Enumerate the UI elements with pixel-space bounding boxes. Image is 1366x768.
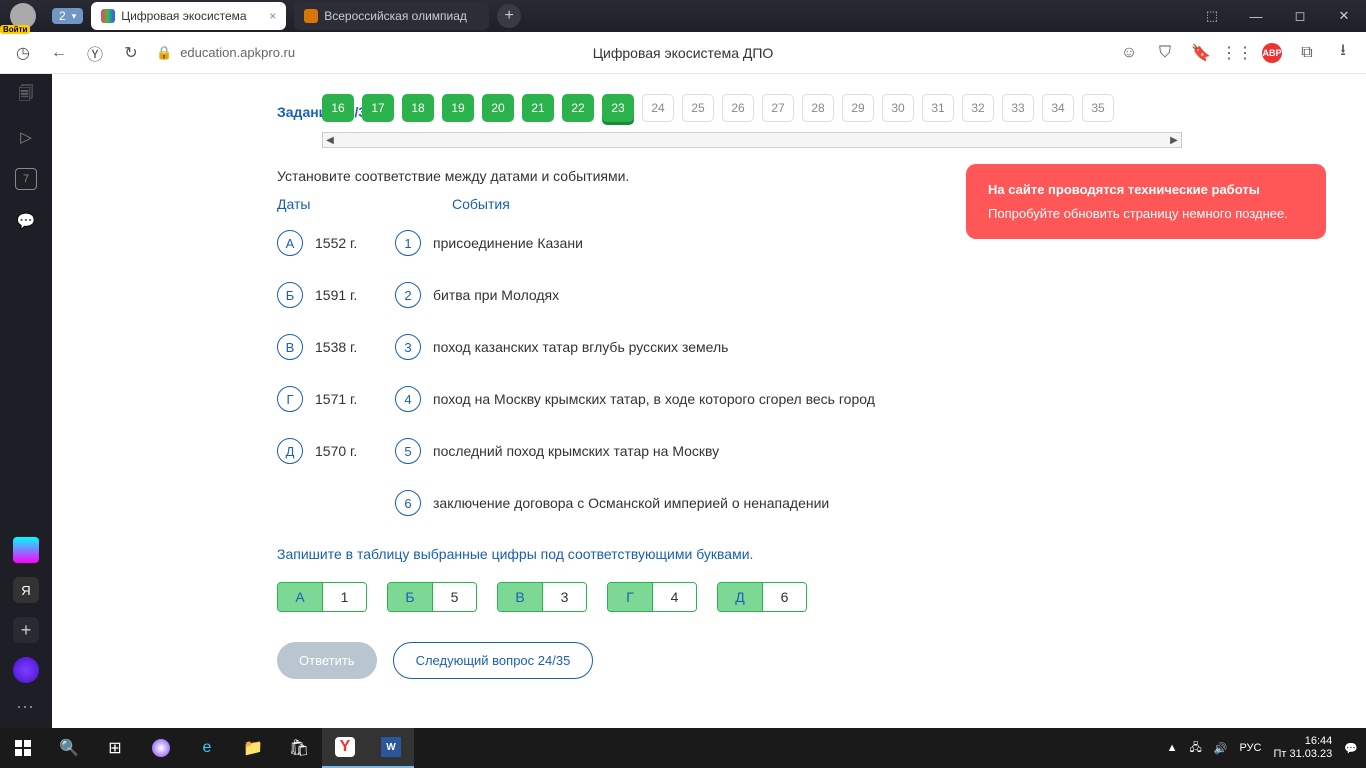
app-shortcut[interactable] bbox=[13, 537, 39, 563]
alice-taskbar-icon[interactable] bbox=[138, 728, 184, 768]
q-btn[interactable]: 18 bbox=[402, 94, 434, 122]
profile-button[interactable]: Войти bbox=[0, 0, 46, 32]
q-btn[interactable]: 20 bbox=[482, 94, 514, 122]
yandex-icon[interactable]: Ⓨ bbox=[84, 42, 106, 64]
q-btn[interactable]: 25 bbox=[682, 94, 714, 122]
search-icon[interactable]: 🔍 bbox=[46, 728, 92, 768]
q-btn[interactable]: 32 bbox=[962, 94, 994, 122]
alice-icon[interactable] bbox=[13, 657, 39, 683]
download-icon[interactable]: ⭳ bbox=[1332, 42, 1354, 64]
q-btn[interactable]: 28 bbox=[802, 94, 834, 122]
q-btn[interactable]: 27 bbox=[762, 94, 794, 122]
feedback-icon[interactable]: ☺ bbox=[1118, 42, 1140, 64]
close-icon[interactable]: × bbox=[269, 9, 276, 23]
q-btn[interactable]: 24 bbox=[642, 94, 674, 122]
events-header: События bbox=[452, 196, 510, 212]
collections-icon[interactable]: ⧉ bbox=[1296, 42, 1318, 64]
q-btn[interactable]: 17 bbox=[362, 94, 394, 122]
panel-icon[interactable]: ⬚ bbox=[1190, 0, 1234, 32]
answer-cell[interactable]: Г4 bbox=[607, 582, 697, 612]
date-letter: А bbox=[277, 230, 303, 256]
favicon bbox=[304, 9, 318, 23]
q-btn[interactable]: 19 bbox=[442, 94, 474, 122]
q-btn[interactable]: 31 bbox=[922, 94, 954, 122]
windows-taskbar: 🔍 ⊞ e 📁 🛍 Y W ▲ 🖧 🔊 РУС 16:44 Пт 31.03.2… bbox=[0, 728, 1366, 768]
tab-counter[interactable]: 2▾ bbox=[52, 8, 83, 24]
q-btn[interactable]: 29 bbox=[842, 94, 874, 122]
answer-cell[interactable]: А1 bbox=[277, 582, 367, 612]
answer-cell[interactable]: В3 bbox=[497, 582, 587, 612]
event-number: 1 bbox=[395, 230, 421, 256]
q-btn[interactable]: 22 bbox=[562, 94, 594, 122]
favicon bbox=[101, 9, 115, 23]
q-btn[interactable]: 26 bbox=[722, 94, 754, 122]
answer-row: А1 Б5 В3 Г4 Д6 bbox=[277, 582, 1326, 612]
edge-icon[interactable]: e bbox=[184, 728, 230, 768]
add-shortcut[interactable]: + bbox=[13, 617, 39, 643]
notifications-icon[interactable]: 💬 bbox=[1344, 742, 1358, 755]
address-bar: ◷ ← Ⓨ ↻ 🔒 education.apkpro.ru Цифровая э… bbox=[0, 32, 1366, 74]
answer-cell[interactable]: Б5 bbox=[387, 582, 477, 612]
q-btn[interactable]: 34 bbox=[1042, 94, 1074, 122]
language-indicator[interactable]: РУС bbox=[1239, 742, 1261, 754]
page-title: Цифровая экосистема ДПО bbox=[593, 45, 774, 61]
answer-cell[interactable]: Д6 bbox=[717, 582, 807, 612]
horizontal-scrollbar[interactable]: ◀▶ bbox=[322, 132, 1182, 148]
chevron-down-icon: ▾ bbox=[72, 11, 77, 22]
maintenance-toast: На сайте проводятся технические работы П… bbox=[966, 164, 1326, 239]
yandex-browser-taskbar[interactable]: Y bbox=[322, 728, 368, 768]
new-tab-button[interactable]: + bbox=[497, 4, 521, 28]
answer-button[interactable]: Ответить bbox=[277, 642, 377, 679]
taskview-icon[interactable]: ⊞ bbox=[92, 728, 138, 768]
chat-icon[interactable]: 💬 bbox=[15, 210, 37, 232]
clock[interactable]: 16:44 Пт 31.03.23 bbox=[1273, 735, 1332, 761]
play-icon[interactable]: ▷ bbox=[15, 126, 37, 148]
more-icon[interactable]: ⋯ bbox=[16, 697, 36, 718]
tab-inactive[interactable]: Всероссийская олимпиад bbox=[294, 2, 489, 30]
extensions-icon[interactable]: ⋮⋮ bbox=[1226, 42, 1248, 64]
abp-icon[interactable]: ABP bbox=[1262, 43, 1282, 63]
q-btn-current[interactable]: 23 bbox=[602, 94, 634, 122]
instruction2-text: Запишите в таблицу выбранные цифры под с… bbox=[277, 546, 1326, 562]
shield-icon[interactable]: ⛉ bbox=[1154, 42, 1176, 64]
maximize-button[interactable]: ◻ bbox=[1278, 0, 1322, 32]
history-icon[interactable]: ◷ bbox=[12, 42, 34, 64]
volume-icon[interactable]: 🔊 bbox=[1214, 742, 1228, 755]
q-btn[interactable]: 30 bbox=[882, 94, 914, 122]
store-icon[interactable]: 🛍 bbox=[276, 728, 322, 768]
word-taskbar[interactable]: W bbox=[368, 728, 414, 768]
start-button[interactable] bbox=[0, 728, 46, 768]
explorer-icon[interactable]: 📁 bbox=[230, 728, 276, 768]
next-question-button[interactable]: Следующий вопрос 24/35 bbox=[393, 642, 594, 679]
lock-icon: 🔒 bbox=[156, 45, 172, 61]
scroll-left-icon[interactable]: ◀ bbox=[323, 133, 337, 147]
scroll-right-icon[interactable]: ▶ bbox=[1167, 133, 1181, 147]
tray-chevron-icon[interactable]: ▲ bbox=[1167, 742, 1178, 754]
feed-icon[interactable]: 🗐 bbox=[15, 84, 37, 106]
tab-active[interactable]: Цифровая экосистема × bbox=[91, 2, 286, 30]
bookmark-icon[interactable]: 🔖 bbox=[1190, 42, 1212, 64]
browser-titlebar: Войти 2▾ Цифровая экосистема × Всероссий… bbox=[0, 0, 1366, 32]
page-content: Задание 23/35 16 17 18 19 20 21 22 23 24… bbox=[52, 74, 1366, 728]
calendar-icon[interactable]: 7 bbox=[15, 168, 37, 190]
q-btn[interactable]: 35 bbox=[1082, 94, 1114, 122]
browser-sidebar: 🗐 ▷ 7 💬 Я + ⋯ bbox=[0, 74, 52, 728]
q-btn[interactable]: 33 bbox=[1002, 94, 1034, 122]
minimize-button[interactable]: — bbox=[1234, 0, 1278, 32]
q-btn[interactable]: 16 bbox=[322, 94, 354, 122]
q-btn[interactable]: 21 bbox=[522, 94, 554, 122]
close-button[interactable]: ✕ bbox=[1322, 0, 1366, 32]
back-button[interactable]: ← bbox=[48, 42, 70, 64]
reload-button[interactable]: ↻ bbox=[120, 42, 142, 64]
dates-header: Даты bbox=[277, 196, 397, 212]
network-icon[interactable]: 🖧 bbox=[1189, 739, 1201, 758]
question-nav: 16 17 18 19 20 21 22 23 24 25 26 27 28 2… bbox=[322, 94, 1366, 122]
yandex-shortcut[interactable]: Я bbox=[13, 577, 39, 603]
